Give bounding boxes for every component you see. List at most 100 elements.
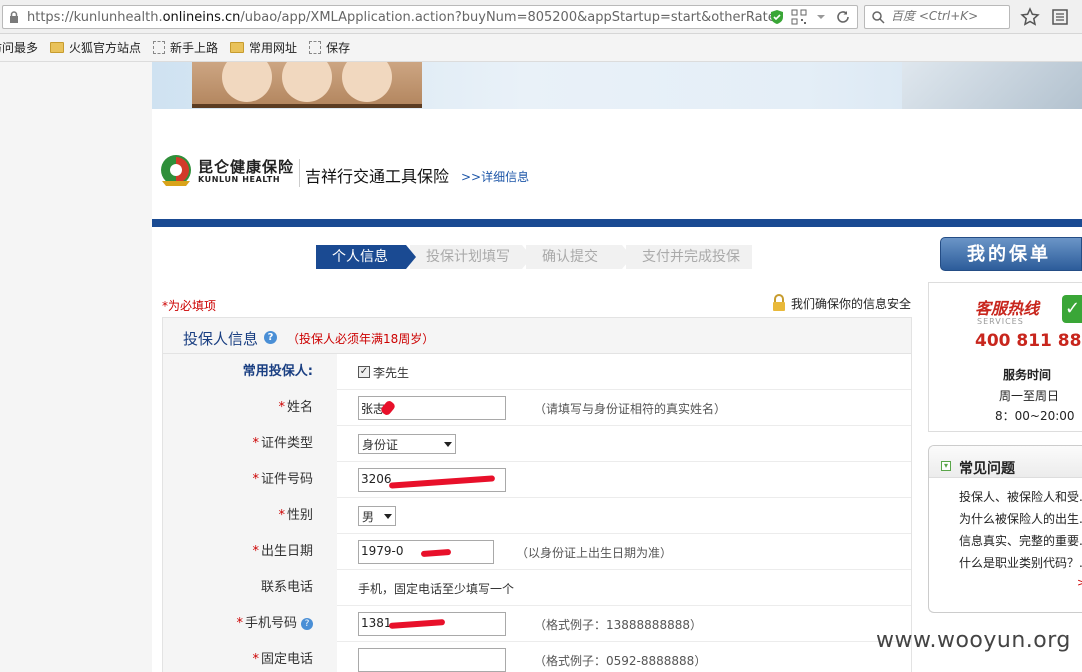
step-plan: 投保计划填写 [410, 245, 532, 269]
name-input[interactable]: 张志 [358, 396, 506, 420]
detail-info-link[interactable]: >>详细信息 [461, 168, 529, 185]
step-confirm: 确认提交 [526, 245, 632, 269]
hotline-title: 客服热线 [975, 299, 1040, 318]
row-common-applicant: 常用投保人: ✓ 李先生 [163, 354, 911, 390]
name-tip: （请填写与身份证相符的真实姓名） [534, 401, 727, 416]
site-header: 昆仑健康保险 KUNLUN HEALTH 吉祥行交通工具保险 >>详细信息 [152, 109, 1082, 219]
landline-input[interactable] [358, 648, 506, 672]
row-landline: * 固定电话 （格式例子：0592-8888888） [163, 642, 911, 672]
security-note: 我们确保你的信息安全 [771, 294, 911, 312]
form-title: 投保人信息 [183, 330, 259, 348]
label-gender: * 性别 [163, 498, 337, 534]
row-id-type: * 证件类型 身份证 [163, 426, 911, 462]
common-applicant-checkbox[interactable]: ✓ [358, 366, 370, 378]
divider [299, 159, 300, 187]
row-name: * 姓名 张志 （请填写与身份证相符的真实姓名） [163, 390, 911, 426]
applicant-form: 投保人信息 ? （投保人必须年满18周岁） 常用投保人: ✓ 李先生 * 姓名 张… [162, 317, 912, 672]
shield-icon[interactable] [769, 9, 785, 25]
faq-bullet-icon: ▾ [941, 461, 951, 471]
common-applicant-name: 李先生 [373, 365, 410, 380]
label-name: * 姓名 [163, 390, 337, 426]
bookmark-save[interactable]: 保存 [309, 39, 350, 56]
bookmark-getting-started[interactable]: 新手上路 [153, 39, 218, 56]
label-common-applicant: 常用投保人: [163, 354, 337, 390]
faq-title: 常见问题 [959, 461, 1015, 477]
search-icon [872, 11, 885, 24]
folder-icon [50, 42, 65, 53]
qrcode-icon[interactable] [791, 9, 807, 25]
lock-icon [10, 11, 18, 23]
label-id-type: * 证件类型 [163, 426, 337, 462]
label-id-number: * 证件号码 [163, 462, 337, 498]
required-note: *为必填项 [162, 299, 217, 313]
id-number-input[interactable]: 3206 [358, 468, 506, 492]
service-hours-title: 服务时间 [1003, 368, 1052, 382]
address-bar[interactable]: https://kunlunhealth.onlineins.cn/ubao/a… [2, 5, 858, 29]
search-input[interactable] [891, 9, 1003, 23]
step-payment: 支付并完成投保 [626, 245, 752, 269]
faq-item[interactable]: 信息真实、完整的重要... [959, 530, 1082, 552]
padlock-icon [773, 294, 785, 311]
header-divider-bar [152, 219, 1082, 227]
service-time: 8：00~20:00 [995, 409, 1075, 423]
id-type-select[interactable]: 身份证 [358, 434, 456, 454]
service-hotline-panel: 客服热线 SERVICES ✓ 400 811 8899 服务时间 周一至周日 … [928, 282, 1082, 432]
birth-date-input[interactable]: 1979-0 [358, 540, 494, 564]
row-mobile: * 手机号码? 1381 （格式例子：13888888888） [163, 606, 911, 642]
mobile-input[interactable]: 1381 [358, 612, 506, 636]
top-banner-image [152, 62, 1082, 109]
birth-date-tip: （以身份证上出生日期为准） [516, 545, 673, 560]
form-header: 投保人信息 ? （投保人必须年满18周岁） [163, 318, 911, 354]
step-personal-info: 个人信息 [316, 245, 416, 269]
chevron-down-icon [444, 441, 452, 447]
page-left-gutter [0, 62, 152, 672]
row-gender: * 性别 男 [163, 498, 911, 534]
checkmark-icon: ✓ [1062, 295, 1082, 323]
bookmark-firefox-site[interactable]: 火狐官方站点 [50, 39, 141, 56]
star-icon[interactable] [1020, 7, 1040, 27]
page-icon [309, 41, 322, 54]
bookmark-most-visited[interactable]: 访问最多 [0, 39, 38, 56]
my-policy-button[interactable]: 我的保单 [940, 237, 1082, 271]
gender-select[interactable]: 男 [358, 506, 396, 526]
landline-tip: （格式例子：0592-8888888） [534, 653, 707, 668]
browser-toolbar: https://kunlunhealth.onlineins.cn/ubao/a… [0, 0, 1082, 34]
faq-more-link[interactable]: > [1077, 576, 1082, 589]
watermark: www.wooyun.org [876, 628, 1071, 653]
faq-item[interactable]: 为什么被保险人的出生... [959, 508, 1082, 530]
label-birth-date: * 出生日期 [163, 534, 337, 570]
family-photo [192, 62, 422, 108]
logo-text-cn: 昆仑健康保险 [198, 158, 295, 176]
faq-panel: ▾ 常见问题 投保人、被保险人和受... 为什么被保险人的出生... 信息真实、… [928, 445, 1082, 613]
logo-text-en: KUNLUN HEALTH [198, 175, 281, 184]
hotline-en: SERVICES [977, 317, 1024, 326]
page-title: 吉祥行交通工具保险 [305, 167, 450, 186]
reload-icon[interactable] [835, 9, 851, 25]
chevron-down-icon [384, 513, 392, 519]
label-mobile: * 手机号码? [163, 606, 337, 642]
reading-list-icon[interactable] [1050, 7, 1070, 27]
age-hint: （投保人必须年满18周岁） [287, 332, 435, 346]
hotline-phone: 400 811 8899 [975, 331, 1082, 351]
bookmarks-bar: 访问最多 火狐官方站点 新手上路 常用网址 保存 [0, 34, 1082, 62]
row-id-number: * 证件号码 3206 [163, 462, 911, 498]
faq-list: 投保人、被保险人和受... 为什么被保险人的出生... 信息真实、完整的重要..… [959, 486, 1082, 574]
dropdown-arrow-icon[interactable] [813, 9, 829, 25]
kunlun-logo-icon [161, 155, 191, 186]
info-icon[interactable]: ? [301, 617, 313, 630]
redaction-mark [420, 548, 452, 558]
faq-header: ▾ 常见问题 [929, 446, 1082, 478]
search-box[interactable] [864, 5, 1010, 29]
redaction-mark [388, 475, 496, 489]
bookmark-common-sites[interactable]: 常用网址 [230, 39, 297, 56]
folder-icon [230, 42, 245, 53]
help-icon[interactable]: ? [264, 331, 277, 344]
faq-item[interactable]: 什么是职业类别代码？... [959, 552, 1082, 574]
contact-phone-note: 手机，固定电话至少填写一个 [358, 581, 515, 596]
mobile-tip: （格式例子：13888888888） [534, 617, 702, 632]
progress-steps: 个人信息 投保计划填写 确认提交 支付并完成投保 [316, 245, 756, 269]
faq-item[interactable]: 投保人、被保险人和受... [959, 486, 1082, 508]
label-landline: * 固定电话 [163, 642, 337, 672]
row-contact-phone: 联系电话 手机，固定电话至少填写一个 [163, 570, 911, 606]
mouse-photo [902, 62, 1082, 109]
